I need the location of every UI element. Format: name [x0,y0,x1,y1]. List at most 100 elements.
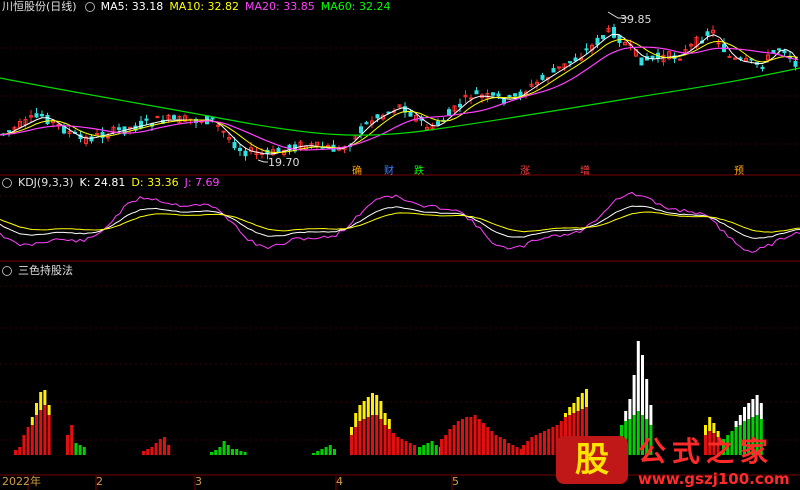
ma60-label: MA60: 32.24 [320,0,391,13]
three-color-bar [712,423,716,433]
three-color-bar [362,419,366,455]
three-color-bar [358,405,362,421]
three-color-bar [704,425,707,435]
candle-body [777,48,781,51]
price-panel[interactable] [0,11,800,163]
three-color-bar [452,425,456,455]
three-color-bar [383,425,387,455]
three-color-bar [358,421,362,455]
settings-circle-icon[interactable] [2,178,12,188]
three-color-bar [366,397,370,417]
high-price-label: 39.85 [620,13,652,26]
candle-body [793,60,798,67]
candle-body [584,48,589,51]
candle-body [359,126,363,134]
three-color-bar [150,447,154,455]
date-label-mar: 3 [195,475,202,488]
three-color-bar [333,449,336,455]
candle-body [595,37,600,46]
three-color-bar [70,425,74,455]
candle-body [782,50,787,53]
kdj-d-label: D: 33.36 [131,176,179,189]
signal-marker[interactable]: 预 [734,162,744,177]
three-color-bar [755,395,759,415]
candle-body [727,55,732,58]
three-color-bar [408,443,412,455]
candle-body [216,124,220,127]
three-color-bar [628,399,632,419]
three-color-bar [572,403,576,413]
candle-body [95,132,99,135]
three-color-bar [379,419,383,455]
three-color-bar [375,395,379,415]
three-color-bar [743,407,746,421]
three-color-bar [568,407,572,415]
three-color-bar [235,449,239,455]
three-color-bar [759,403,763,419]
three-color-legend: 三色持股法 [0,264,73,278]
three-color-bar [522,445,525,455]
watermark: 股 公式之家 www.gszj100.com [556,436,800,490]
price-title[interactable]: 川恒股份(日线) [2,0,77,14]
signal-marker[interactable]: 财 [384,162,394,177]
candle-body [34,113,39,118]
settings-circle-icon[interactable] [2,266,12,276]
three-color-bar [243,452,247,455]
three-color-bar [142,451,145,455]
candle-body [40,114,44,117]
three-color-bar [708,417,712,431]
three-color-bar [649,405,653,425]
three-color-bar [30,425,34,455]
signal-marker[interactable]: 确 [352,162,362,177]
three-color-bar [507,443,511,455]
candle-body [364,122,369,125]
three-color-bar [379,401,383,419]
three-color-bar [747,403,751,419]
candle-body [540,74,545,80]
candle-body [639,57,644,66]
ma10-label: MA10: 32.82 [169,0,240,13]
three-color-bar [316,451,320,455]
three-color-bar [362,401,366,419]
three-color-bar [448,429,452,455]
ma10-line [0,38,799,154]
three-color-bar [477,419,481,455]
three-color-bar [47,405,51,415]
candle-body [243,150,248,157]
signal-marker[interactable]: 增 [580,162,590,177]
three-color-bar [320,449,324,455]
chart-grid [0,47,800,490]
price-legend: 川恒股份(日线) MA5: 33.18 MA10: 32.82 MA20: 33… [0,0,390,14]
candle-body [238,147,242,152]
three-color-bar [632,375,636,415]
candle-body [106,136,110,139]
signal-marker[interactable]: 涨 [520,162,530,177]
kdj-j-label: J: 7.69 [184,176,220,189]
three-color-bar [440,439,443,455]
signal-marker[interactable]: 跌 [414,162,424,177]
three-color-bar [469,417,473,455]
three-color-bar [645,379,649,419]
three-color-bar [430,441,434,455]
candle-body [716,42,721,45]
watermark-title: 公式之家 [638,435,775,468]
kdj-k-label: K: 24.81 [79,176,126,189]
three-color-bar [66,435,69,455]
three-color-bar [226,445,230,455]
three-color-bar [751,399,755,417]
three-color-bar [490,431,494,455]
three-color-title[interactable]: 三色持股法 [18,264,73,278]
candle-body [458,103,462,108]
settings-circle-icon[interactable] [84,2,95,12]
three-color-bar [465,417,469,455]
kdj-panel[interactable] [0,191,800,253]
three-color-bar [18,447,22,455]
kdj-k-line [0,205,800,239]
three-color-bar [547,429,551,455]
candle-body [551,68,556,73]
candle-body [601,35,605,39]
three-color-bar [239,451,243,455]
kdj-title[interactable]: KDJ(9,3,3) [18,176,74,190]
three-color-bar [158,439,162,455]
three-color-bar [350,427,353,435]
